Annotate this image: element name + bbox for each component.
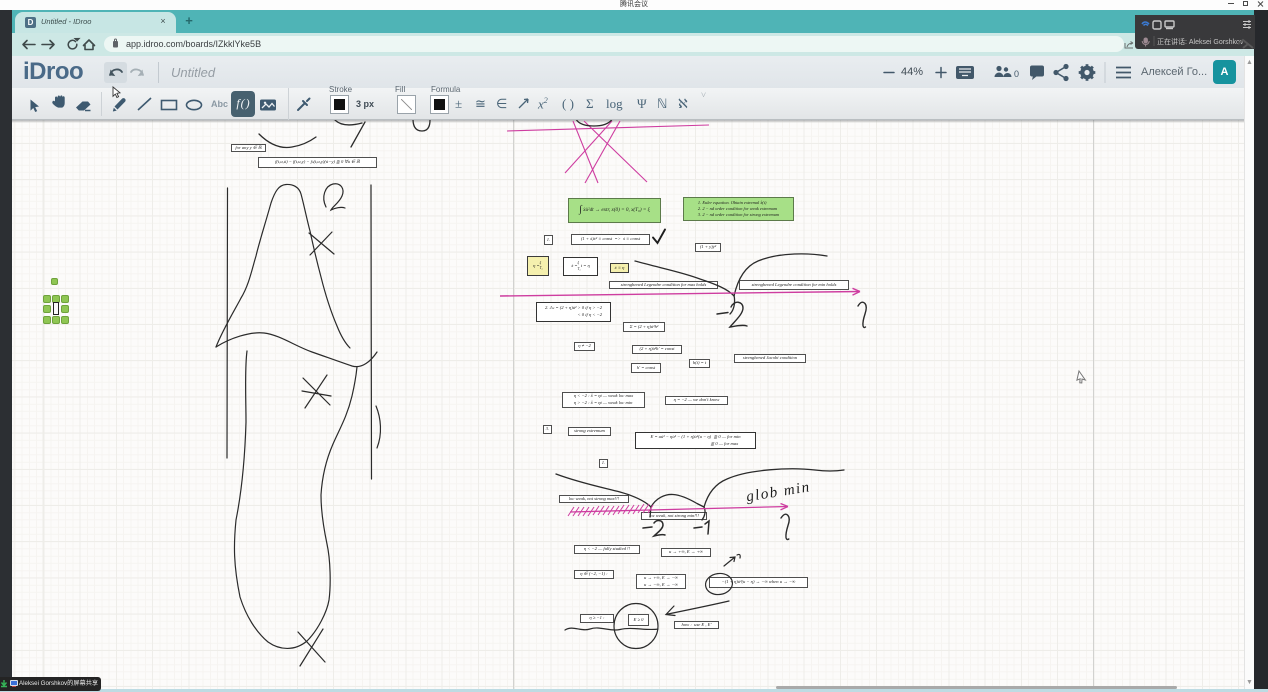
svg-text:glob min: glob min <box>745 479 812 505</box>
svg-text:0: 0 <box>1014 69 1019 79</box>
